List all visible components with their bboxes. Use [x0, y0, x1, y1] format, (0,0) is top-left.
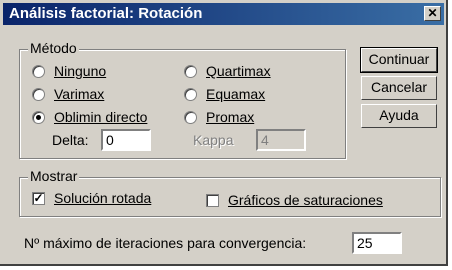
help-button[interactable]: Ayuda — [361, 104, 437, 128]
radio-ninguno[interactable] — [32, 65, 45, 78]
radio-varimax[interactable] — [32, 88, 45, 101]
loading-plots-label[interactable]: Gráficos de saturaciones — [228, 192, 383, 208]
display-group-label: Mostrar — [28, 168, 80, 184]
max-iterations-label: Nº máximo de iteraciones para convergenc… — [24, 235, 307, 251]
radio-varimax-label[interactable]: Varimax — [54, 86, 104, 102]
rotated-solution-checkbox[interactable]: ✓ — [32, 192, 45, 205]
rotated-solution-label[interactable]: Solución rotada — [54, 190, 151, 206]
title-bar[interactable]: Análisis factorial: Rotación ✕ — [3, 3, 444, 25]
max-iterations-input[interactable]: 25 — [352, 232, 402, 254]
method-group-label: Método — [28, 40, 79, 56]
window-title: Análisis factorial: Rotación — [9, 5, 203, 22]
cancel-button[interactable]: Cancelar — [361, 76, 437, 100]
radio-equamax-label[interactable]: Equamax — [206, 86, 265, 102]
radio-quartimax-label[interactable]: Quartimax — [206, 63, 271, 79]
radio-quartimax[interactable] — [184, 65, 197, 78]
close-button[interactable]: ✕ — [424, 6, 441, 21]
loading-plots-checkbox[interactable] — [206, 194, 219, 207]
kappa-input: 4 — [256, 129, 306, 151]
radio-oblimin-label[interactable]: Oblimin directo — [54, 109, 147, 125]
radio-ninguno-label[interactable]: Ninguno — [54, 63, 106, 79]
continue-button[interactable]: Continuar — [360, 47, 438, 73]
kappa-label: Kappa — [193, 132, 234, 148]
dialog-window: Análisis factorial: Rotación ✕ Método Ni… — [0, 0, 448, 266]
delta-input[interactable]: 0 — [101, 129, 151, 151]
delta-label: Delta: — [52, 132, 89, 148]
radio-promax-label[interactable]: Promax — [206, 109, 254, 125]
radio-promax[interactable] — [184, 111, 197, 124]
radio-oblimin[interactable] — [32, 111, 45, 124]
radio-equamax[interactable] — [184, 88, 197, 101]
